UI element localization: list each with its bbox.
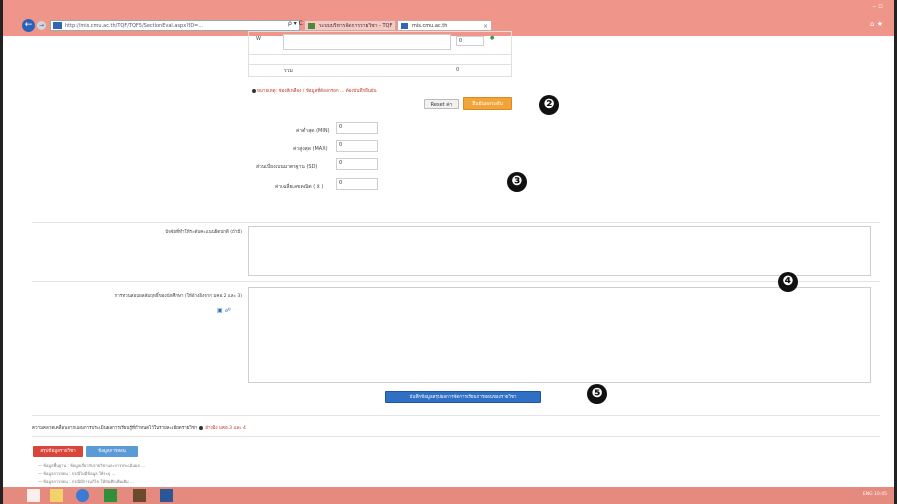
note-text: หมายเหตุ: ช่องสีเหลือง / ข้อมูลที่ต้องกร… xyxy=(252,87,377,94)
total-label: รวม xyxy=(284,68,293,74)
min-input[interactable]: 0 xyxy=(336,122,378,134)
link-icon[interactable]: ☍ xyxy=(225,307,231,314)
max-label: ค่าสูงสุด (MAX) xyxy=(293,146,328,152)
word-icon[interactable] xyxy=(160,489,173,502)
verify-textarea[interactable] xyxy=(248,287,871,383)
close-tab-icon[interactable]: × xyxy=(483,21,488,30)
max-input[interactable]: 0 xyxy=(336,140,378,152)
info-line: — ข้อมูลการสอน : กรณีมีการแก้ไข ให้บันทึ… xyxy=(38,479,134,484)
url-tools[interactable]: ρ ▾ C xyxy=(288,20,303,27)
reset-button[interactable]: Reset ค่า xyxy=(424,99,459,109)
divider xyxy=(32,436,880,437)
window-controls[interactable]: – ▫ xyxy=(873,2,883,10)
status-icon: ● xyxy=(490,35,495,41)
tab-label: mis.cmu.ac.th xyxy=(412,23,448,29)
callout-2: ❷ xyxy=(539,95,559,115)
tab-label: ระบบบริหารจัดการรายวิชา - TQF xyxy=(319,23,393,29)
sd-input[interactable]: 0 xyxy=(336,158,378,170)
section-hint: อ้างอิง มคอ.3 และ 4 xyxy=(205,426,246,431)
mean-label: ค่าเฉลี่ยเลขคณิต ( x̄ ) xyxy=(275,184,324,190)
min-label: ค่าต่ำสุด (MIN) xyxy=(296,128,330,134)
save-summary-button[interactable]: บันทึกข้อมูลสรุปผลการจัดการเรียนการสอนขอ… xyxy=(385,391,541,403)
document-icon[interactable]: ▣ xyxy=(217,307,223,314)
file-explorer-icon[interactable] xyxy=(50,489,63,502)
browser-tab-1[interactable]: ระบบบริหารจัดการรายวิชา - TQF xyxy=(304,20,396,31)
callout-3: ❸ xyxy=(507,172,527,192)
forward-button[interactable]: → xyxy=(37,21,46,30)
info-icon xyxy=(198,425,203,430)
browser-tab-2[interactable]: mis.cmu.ac.th × xyxy=(397,20,492,31)
section-title: ความคลาดเคลื่อนจากแผนการประเมินผลการเรีย… xyxy=(32,424,246,431)
system-tray[interactable]: ENG 10:45 xyxy=(863,492,887,497)
title-bar-strip xyxy=(3,6,894,16)
site-favicon-icon xyxy=(53,22,62,29)
note-label: หมายเหตุ: ช่องสีเหลือง / ข้อมูลที่ต้องกร… xyxy=(257,89,377,94)
callout-5: ❺ xyxy=(587,384,607,404)
mean-input[interactable]: 0 xyxy=(336,178,378,190)
divider xyxy=(32,415,880,416)
tab-favicon-icon xyxy=(401,23,408,29)
divider xyxy=(32,222,880,223)
factor-textarea[interactable] xyxy=(248,226,871,276)
confirm-grade-button[interactable]: ยืนยันผลระดับ xyxy=(463,97,512,110)
app-icon[interactable] xyxy=(133,489,146,502)
url-input[interactable]: http://mis.cmu.ac.th/TQF/TQF5/SectionEva… xyxy=(50,20,300,31)
factor-label: ปัจจัยที่ทำให้ระดับคะแนนผิดปกติ (ถ้ามี) xyxy=(165,230,242,235)
back-button[interactable]: ← xyxy=(22,19,35,32)
teaching-info-tab[interactable]: ข้อมูลการสอน xyxy=(86,446,138,457)
section-title-text: ความคลาดเคลื่อนจากแผนการประเมินผลการเรีย… xyxy=(32,426,198,431)
start-icon[interactable] xyxy=(27,489,40,502)
total-count: 0 xyxy=(456,67,460,73)
table-divider xyxy=(249,54,511,55)
callout-4: ❹ xyxy=(778,272,798,292)
course-summary-tab[interactable]: สรุปข้อมูลรายวิชา xyxy=(33,446,83,457)
app-icon[interactable] xyxy=(104,489,117,502)
grade-w-label: W xyxy=(256,36,261,42)
grade-w-input[interactable] xyxy=(283,34,451,50)
sd-label: ส่วนเบี่ยงเบนมาตรฐาน (SD) xyxy=(256,164,318,170)
browser-icon[interactable] xyxy=(76,489,89,502)
browser-tools[interactable]: ⌂ ★ xyxy=(870,20,883,28)
tab-favicon-icon xyxy=(308,23,315,29)
table-divider xyxy=(249,64,511,65)
verify-label: การทวนสอบผลสัมฤทธิ์ของนักศึกษา (ให้อ้างอ… xyxy=(114,294,242,299)
info-line: — ข้อมูลพื้นฐาน : ข้อมูลเกี่ยวกับรายวิชา… xyxy=(38,463,145,468)
info-line: — ข้อมูลการสอน : กรณีไม่มีข้อมูล ให้ระบุ… xyxy=(38,471,116,476)
divider xyxy=(32,281,880,282)
info-icon xyxy=(252,88,256,93)
grade-w-count[interactable]: 0 xyxy=(456,36,484,46)
verify-tools[interactable]: ▣ ☍ xyxy=(217,307,231,314)
